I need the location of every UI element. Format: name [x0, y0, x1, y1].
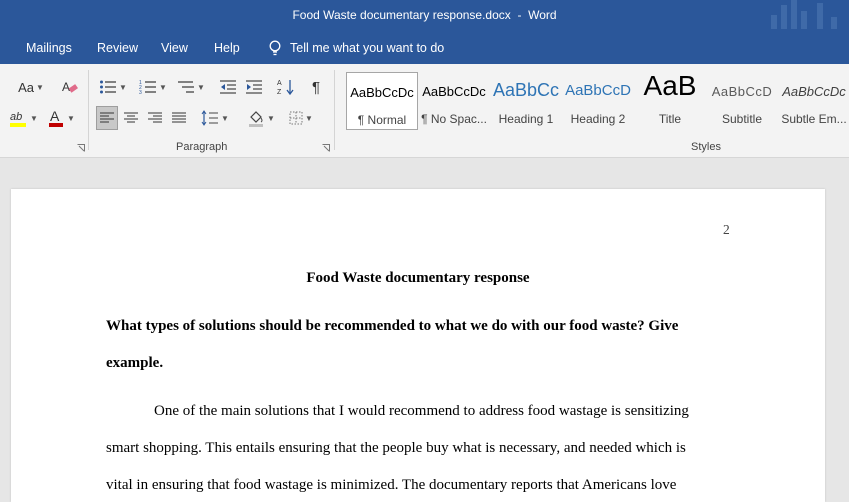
bullets-button[interactable]: ▼: [96, 76, 130, 98]
style-normal[interactable]: AaBbCcDc ¶ Normal: [346, 72, 418, 130]
bullets-icon: [100, 80, 117, 94]
shading-button[interactable]: ▼: [243, 106, 279, 130]
style-sample: AaBbCcDc: [350, 85, 414, 100]
clear-formatting-button[interactable]: A: [58, 76, 82, 98]
sort-icon: A Z: [277, 80, 294, 96]
style-name: Heading 1: [498, 112, 554, 126]
font-color-button[interactable]: A ▼: [44, 106, 78, 130]
tab-view[interactable]: View: [161, 41, 188, 55]
style-sample: AaBbCcD: [565, 82, 631, 99]
svg-text:A: A: [277, 80, 282, 87]
change-case-label: Aa: [18, 79, 34, 95]
multilevel-list-icon: [178, 81, 195, 93]
justify-button[interactable]: [168, 106, 190, 130]
borders-icon: [289, 111, 303, 125]
group-separator: [334, 70, 335, 150]
decrease-indent-button[interactable]: [217, 76, 239, 98]
highlight-color-button[interactable]: ab ▼: [4, 106, 42, 130]
style-sample: AaBbCc: [492, 80, 560, 100]
tell-me-label: Tell me what you want to do: [290, 41, 445, 55]
style-name: Subtle Em...: [781, 112, 847, 126]
group-separator: [88, 70, 89, 150]
ribbon-tabs: Mailings Review View Help Tell me what y…: [0, 33, 849, 64]
font-dialog-launcher-icon[interactable]: [77, 144, 85, 152]
svg-text:A: A: [62, 80, 70, 94]
styles-group-label: Styles: [691, 141, 721, 153]
svg-text:ab: ab: [10, 111, 22, 123]
align-left-icon: [100, 112, 114, 123]
style-no-spacing[interactable]: AaBbCcDc ¶ No Spac...: [418, 72, 490, 130]
document-page[interactable]: 2 Food Waste documentary response What t…: [11, 189, 825, 502]
styles-gallery: AaBbCcDc ¶ Normal AaBbCcDc ¶ No Spac... …: [346, 70, 849, 132]
paragraph-group-label: Paragraph: [176, 141, 228, 153]
borders-button[interactable]: ▼: [284, 106, 318, 130]
align-right-icon: [148, 112, 162, 123]
style-sample: AaBbCcDc: [782, 84, 846, 99]
svg-text:Z: Z: [277, 89, 282, 96]
numbering-button[interactable]: 1 2 3 ▼: [136, 76, 170, 98]
increase-indent-icon: [246, 80, 262, 94]
paragraph-dialog-launcher-icon[interactable]: [322, 144, 330, 152]
style-subtitle[interactable]: AaBbCcD Subtitle: [706, 72, 778, 130]
decrease-indent-icon: [220, 80, 236, 94]
question-line: What types of solutions should be recomm…: [106, 318, 679, 334]
body-line: vital in ensuring that food wastage is m…: [106, 477, 677, 493]
title-bar: Food Waste documentary response.docx - W…: [0, 0, 849, 33]
document-canvas: 2 Food Waste documentary response What t…: [0, 158, 849, 502]
pilcrow-icon: ¶: [311, 78, 321, 96]
line-spacing-icon: [201, 110, 219, 126]
style-sample: AaB: [643, 72, 697, 101]
style-sample: AaBbCcD: [711, 84, 773, 99]
style-name: Heading 2: [570, 112, 626, 126]
align-left-button[interactable]: [96, 106, 118, 130]
page-number: 2: [723, 222, 730, 237]
question-line: example.: [106, 355, 164, 371]
style-subtle-emphasis[interactable]: AaBbCcDc Subtle Em...: [778, 72, 849, 130]
highlighter-icon: ab: [10, 111, 27, 127]
line-spacing-button[interactable]: ▼: [198, 106, 232, 130]
body-line: One of the main solutions that I would r…: [154, 403, 689, 419]
multilevel-list-button[interactable]: ▼: [174, 76, 208, 98]
style-heading-2[interactable]: AaBbCcD Heading 2: [562, 72, 634, 130]
tab-mailings[interactable]: Mailings: [26, 41, 72, 55]
lightbulb-icon: [269, 40, 281, 56]
style-name: ¶ Normal: [357, 113, 407, 127]
align-center-icon: [124, 112, 138, 123]
font-color-icon: A: [49, 108, 64, 127]
style-name: ¶ No Spac...: [421, 112, 487, 126]
align-center-button[interactable]: [120, 106, 142, 130]
tab-review[interactable]: Review: [97, 41, 138, 55]
style-heading-1[interactable]: AaBbCc Heading 1: [490, 72, 562, 130]
justify-icon: [172, 112, 186, 123]
numbering-icon: 1 2 3: [139, 80, 157, 95]
show-formatting-marks-button[interactable]: ¶: [305, 76, 327, 98]
tell-me-search[interactable]: Tell me what you want to do: [268, 40, 444, 56]
align-right-button[interactable]: [144, 106, 166, 130]
document-heading: Food Waste documentary response: [306, 270, 530, 286]
body-line: smart shopping. This entails ensuring th…: [106, 440, 686, 456]
window-title: Food Waste documentary response.docx - W…: [292, 8, 557, 22]
increase-indent-button[interactable]: [243, 76, 265, 98]
title-bar-decoration: [769, 0, 849, 33]
clear-formatting-icon: A: [62, 80, 78, 94]
style-name: Subtitle: [721, 112, 763, 126]
change-case-button[interactable]: Aa ▼: [14, 76, 48, 98]
style-name: Title: [658, 112, 682, 126]
tab-help[interactable]: Help: [214, 41, 240, 55]
style-title[interactable]: AaB Title: [634, 72, 706, 130]
paint-bucket-icon: [249, 111, 264, 127]
svg-text:3: 3: [139, 90, 142, 95]
sort-button[interactable]: A Z: [275, 76, 297, 98]
ribbon-home: Aa ▼ A ab ▼ A ▼ ▼ 1 2 3 ▼ ▼ A Z ¶ ▼ ▼ ▼ …: [0, 64, 849, 158]
style-sample: AaBbCcDc: [422, 84, 486, 99]
svg-text:A: A: [50, 108, 60, 124]
